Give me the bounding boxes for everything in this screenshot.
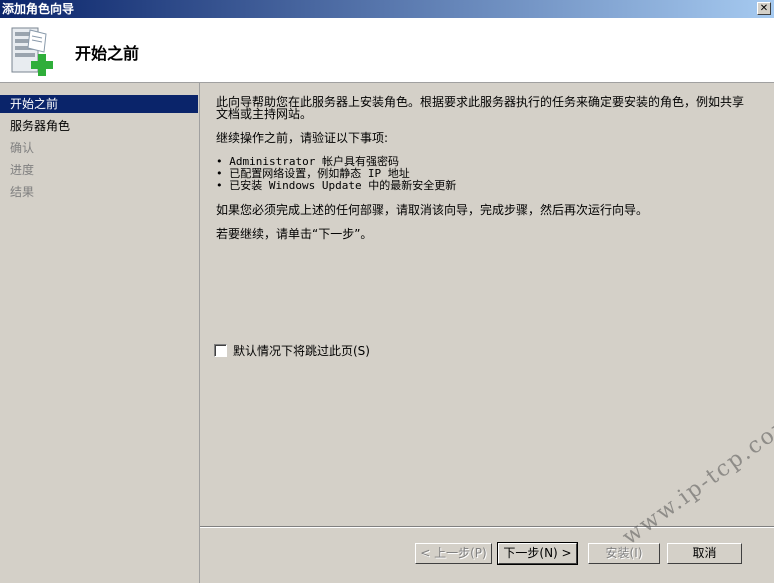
wizard-steps-sidebar: 开始之前 服务器角色 确认 进度 结果	[0, 83, 200, 583]
verify-heading: 继续操作之前，请验证以下事项:	[216, 131, 389, 145]
install-button[interactable]: 安装(I)	[588, 543, 660, 564]
skip-page-option[interactable]: 默认情况下将跳过此页(S)	[214, 342, 370, 359]
title-bar[interactable]: 添加角色向导 ✕	[0, 0, 774, 18]
wizard-content: 此向导帮助您在此服务器上安装角色。根据要求此服务器执行的任务来确定要安装的角色，…	[216, 96, 766, 252]
intro-line-2: 文档或主持网站。	[216, 107, 313, 121]
continue-instructions: 若要继续，请单击“下一步”。	[216, 227, 373, 241]
footer-divider	[200, 526, 774, 528]
next-button[interactable]: 下一步(N) >	[497, 542, 578, 565]
list-item: • 已安装 Windows Update 中的最新安全更新	[216, 179, 457, 192]
back-button[interactable]: < 上一步(P)	[415, 543, 492, 564]
sidebar-item-server-roles[interactable]: 服务器角色	[0, 117, 198, 135]
server-add-icon	[11, 27, 53, 76]
sidebar-item-results: 结果	[10, 185, 35, 199]
sidebar-item-before-you-begin[interactable]: 开始之前	[0, 95, 198, 113]
skip-page-checkbox[interactable]	[214, 344, 227, 357]
requirements-list: • Administrator 帐户具有强密码 • 已配置网络设置，例如静态 I…	[216, 156, 766, 192]
skip-page-label[interactable]: 默认情况下将跳过此页(S)	[233, 342, 370, 359]
incomplete-instructions: 如果您必须完成上述的任何部骤，请取消该向导，完成步骤，然后再次运行向导。	[216, 203, 649, 217]
window-title: 添加角色向导	[2, 2, 75, 16]
close-button[interactable]: ✕	[757, 2, 771, 15]
intro-text: 此向导帮助您在此服务器上安装角色。根据要求此服务器执行的任务来确定要安装的角色，…	[216, 96, 766, 120]
watermark: www.ip-tcp.com	[618, 408, 774, 551]
wizard-header: 开始之前	[0, 18, 774, 83]
cancel-button[interactable]: 取消	[667, 543, 742, 564]
sidebar-item-confirmation: 确认	[10, 141, 35, 155]
sidebar-item-progress: 进度	[10, 163, 35, 177]
page-title: 开始之前	[75, 44, 140, 63]
